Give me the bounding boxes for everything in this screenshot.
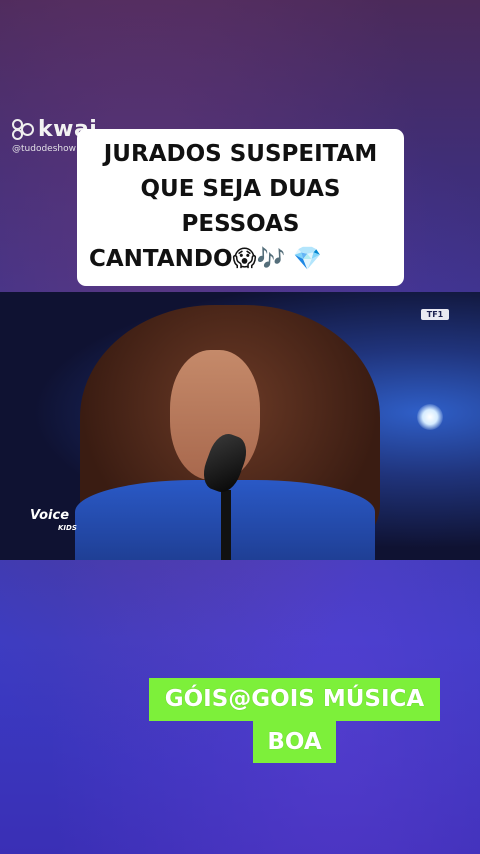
the-voice-kids-logo: Voice KIDS — [30, 508, 77, 534]
mic-stand — [221, 490, 231, 560]
comment-line-2: BOA — [253, 721, 336, 763]
stage-light — [417, 404, 443, 430]
caption-line-3: PESSOAS — [181, 211, 300, 237]
voice-logo-text: Voice — [30, 508, 70, 523]
caption-line-2: QUE SEJA DUAS — [140, 176, 341, 202]
caption-box: JURADOS SUSPEITAM QUE SEJA DUAS PESSOAS … — [77, 129, 404, 286]
caption-line-4: CANTANDO😱🎶 💎 — [89, 246, 322, 272]
tf1-logo: TF1 — [421, 309, 449, 320]
voice-logo-sub: KIDS — [58, 524, 77, 532]
caption-line-1: JURADOS SUSPEITAM — [103, 141, 378, 167]
kwai-logo-icon — [12, 118, 34, 141]
comment-line-1: GÓIS@GOIS MÚSICA — [149, 678, 440, 721]
